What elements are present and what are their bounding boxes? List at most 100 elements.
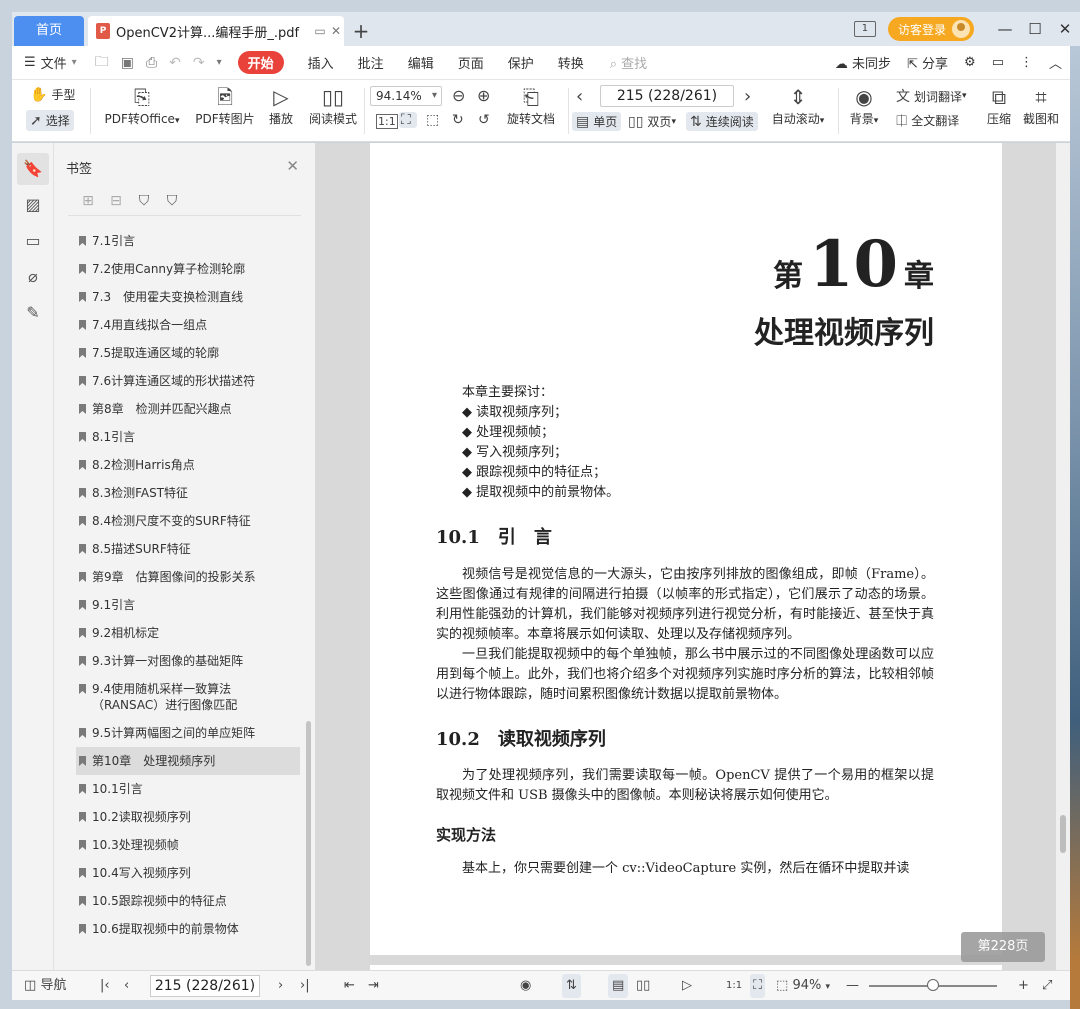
zoom-in-icon[interactable]: + xyxy=(1018,971,1029,1001)
more-icon[interactable]: ⋮ xyxy=(1020,55,1033,70)
first-page-icon[interactable]: |‹ xyxy=(100,971,110,1001)
tab-close-icon[interactable]: ✕ xyxy=(328,24,344,38)
bookmark-scrollbar[interactable] xyxy=(306,721,311,966)
full-translate-button[interactable]: ⎅ 全文翻译 xyxy=(896,112,959,129)
actual-size-icon[interactable]: 1:1 xyxy=(726,971,742,1001)
back-icon[interactable]: ⇤ xyxy=(344,971,355,1001)
bookmark-item[interactable]: 8.1引言 xyxy=(76,423,300,451)
bookmark-item[interactable]: 7.5提取连通区域的轮廓 xyxy=(76,339,300,367)
fit-page-icon[interactable]: ⛶ xyxy=(399,112,417,128)
bookmark-item[interactable]: 9.5计算两幅图之间的单应矩阵 xyxy=(76,719,300,747)
pdf-to-office-button[interactable]: ⎘ PDF转Office▾ xyxy=(102,84,182,127)
bookmark-item[interactable]: 9.3计算一对图像的基础矩阵 xyxy=(76,647,300,675)
tab-home[interactable]: 首页 xyxy=(14,16,84,46)
thumbnail-icon[interactable]: ▨ xyxy=(17,189,49,221)
remove-bookmark-icon[interactable]: ⊟ xyxy=(102,193,130,209)
continuous-read-button[interactable]: ⇅ 连续阅读 xyxy=(686,112,758,131)
compress-button[interactable]: ⧉ 压缩 xyxy=(984,84,1014,127)
bookmark-item[interactable]: 7.4用直线拟合一组点 xyxy=(76,311,300,339)
undo-icon[interactable]: ↶ xyxy=(169,55,181,71)
next-page-icon[interactable]: › xyxy=(744,86,755,107)
menu-edit[interactable]: 编辑 xyxy=(408,53,434,72)
collapse-ribbon-icon[interactable]: ︿ xyxy=(1049,53,1062,72)
word-translate-button[interactable]: 文 划词翻译 ▾ xyxy=(896,86,967,106)
single-page-mode-icon[interactable]: ▤ xyxy=(608,974,629,998)
select-tool[interactable]: ➚ 选择 xyxy=(26,110,74,131)
bookmark-item[interactable]: 7.6计算连通区域的形状描述符 xyxy=(76,367,300,395)
rotate-document-button[interactable]: ⎗ 旋转文档 xyxy=(504,84,558,127)
play-icon[interactable]: ▷ xyxy=(682,971,692,1001)
read-mode-button[interactable]: ▯▯ 阅读模式 xyxy=(308,84,358,127)
single-page-button[interactable]: ▤ 单页 xyxy=(572,112,622,131)
new-tab-button[interactable]: + xyxy=(348,18,374,44)
prev-page-icon[interactable]: ‹ xyxy=(576,86,587,107)
attachment-icon[interactable]: ⌀ xyxy=(17,261,49,293)
eye-protect-icon[interactable]: ◉ xyxy=(520,971,531,1001)
open-folder-icon[interactable]: 🗀 xyxy=(95,51,109,75)
comment-panel-icon[interactable]: ▭ xyxy=(17,225,49,257)
scrollbar-thumb[interactable] xyxy=(1060,815,1066,853)
fit-width-icon[interactable]: ⬚ xyxy=(426,112,443,128)
auto-scroll-button[interactable]: ⇕ 自动滚动▾ xyxy=(768,84,828,127)
hand-tool[interactable]: ✋ 手型 xyxy=(30,86,75,103)
menu-page[interactable]: 页面 xyxy=(458,53,484,72)
settings-icon[interactable]: ⚙ xyxy=(964,55,976,70)
collapse-bookmark-icon[interactable]: ⛉ xyxy=(158,193,186,209)
zoom-out-icon[interactable]: ⊖ xyxy=(452,86,469,105)
bookmark-item[interactable]: 8.2检测Harris角点 xyxy=(76,451,300,479)
rotate-right-icon[interactable]: ↻ xyxy=(452,112,468,128)
add-bookmark-icon[interactable]: ⊞ xyxy=(74,193,102,209)
zoom-slider-handle[interactable] xyxy=(927,979,939,991)
last-page-icon[interactable]: ›| xyxy=(300,971,310,1001)
more-quick-icon[interactable]: ▾ xyxy=(217,57,222,68)
zoom-select[interactable]: 94.14% xyxy=(370,86,442,106)
menu-convert[interactable]: 转换 xyxy=(558,53,584,72)
screenshot-button[interactable]: ⌗ 截图和 xyxy=(1022,84,1060,127)
bookmark-item[interactable]: 8.5描述SURF特征 xyxy=(76,535,300,563)
menu-annotate[interactable]: 批注 xyxy=(358,53,384,72)
page-number-input[interactable]: 215 (228/261) xyxy=(600,85,734,107)
tab-document[interactable]: P OpenCV2计算...编程手册_.pdf ▭ ✕ xyxy=(88,16,344,46)
file-menu[interactable]: ☰ 文件 ▾ xyxy=(24,53,77,72)
search-box[interactable]: ⌕ 查找 xyxy=(610,53,647,72)
window-layout-icon[interactable]: 1 xyxy=(853,21,876,37)
menu-protect[interactable]: 保护 xyxy=(508,53,534,72)
menu-insert[interactable]: 插入 xyxy=(308,53,334,72)
print-icon[interactable]: ⎙ xyxy=(146,55,157,71)
actual-size-icon[interactable]: 1:1 xyxy=(376,114,402,129)
rotate-left-icon[interactable]: ↺ xyxy=(478,112,494,128)
zoom-in-icon[interactable]: ⊕ xyxy=(477,86,494,105)
zoom-out-icon[interactable]: — xyxy=(846,971,859,1001)
document-view[interactable]: 第10 章 处理视频序列 本章主要探讨： ◆ 读取视频序列； ◆ 处理视频帧； ◆… xyxy=(316,143,1056,970)
bookmark-item[interactable]: 9.4使用随机采样一致算法（RANSAC）进行图像匹配 xyxy=(76,675,300,719)
maximize-icon[interactable]: ☐ xyxy=(1020,20,1050,38)
bookmark-item[interactable]: 10.6提取视频中的前景物体 xyxy=(76,915,300,943)
zoom-percent[interactable]: ⬚ 94% ▾ xyxy=(776,971,830,1001)
expand-bookmark-icon[interactable]: ⛉ xyxy=(130,193,158,209)
background-button[interactable]: ◉ 背景▾ xyxy=(846,84,882,127)
prev-page-icon[interactable]: ‹ xyxy=(124,971,129,1001)
signature-icon[interactable]: ✎ xyxy=(17,297,49,329)
fullscreen-icon[interactable]: ⤢ xyxy=(1042,971,1052,1001)
fit-page-icon[interactable]: ⛶ xyxy=(750,974,766,998)
bookmark-item[interactable]: 第9章 估算图像间的投影关系 xyxy=(76,563,300,591)
redo-icon[interactable]: ↷ xyxy=(193,55,205,71)
double-page-mode-icon[interactable]: ▯▯ xyxy=(636,971,650,1001)
minimize-icon[interactable]: — xyxy=(990,20,1020,38)
double-page-button[interactable]: ▯▯ 双页 ▾ xyxy=(628,113,676,130)
bookmark-item[interactable]: 第10章 处理视频序列 xyxy=(76,747,300,775)
comment-icon[interactable]: ▭ xyxy=(992,55,1004,70)
bookmark-item[interactable]: 9.1引言 xyxy=(76,591,300,619)
share-button[interactable]: ⇱ 分享 xyxy=(907,53,948,72)
sync-status[interactable]: ☁ 未同步 xyxy=(835,53,891,72)
menu-start[interactable]: 开始 xyxy=(237,51,284,74)
bookmark-item[interactable]: 10.4写入视频序列 xyxy=(76,859,300,887)
bookmark-item[interactable]: 8.3检测FAST特征 xyxy=(76,479,300,507)
bookmark-item[interactable]: 7.2使用Canny算子检测轮廓 xyxy=(76,255,300,283)
status-page-input[interactable]: 215 (228/261) xyxy=(150,975,260,997)
guest-login-button[interactable]: 访客登录 xyxy=(887,17,974,41)
play-button[interactable]: ▷ 播放 xyxy=(266,84,296,127)
bookmark-item[interactable]: 7.3 使用霍夫变换检测直线 xyxy=(76,283,300,311)
bookmark-item[interactable]: 10.5跟踪视频中的特征点 xyxy=(76,887,300,915)
navigation-toggle[interactable]: ◫ 导航 xyxy=(24,971,66,1001)
